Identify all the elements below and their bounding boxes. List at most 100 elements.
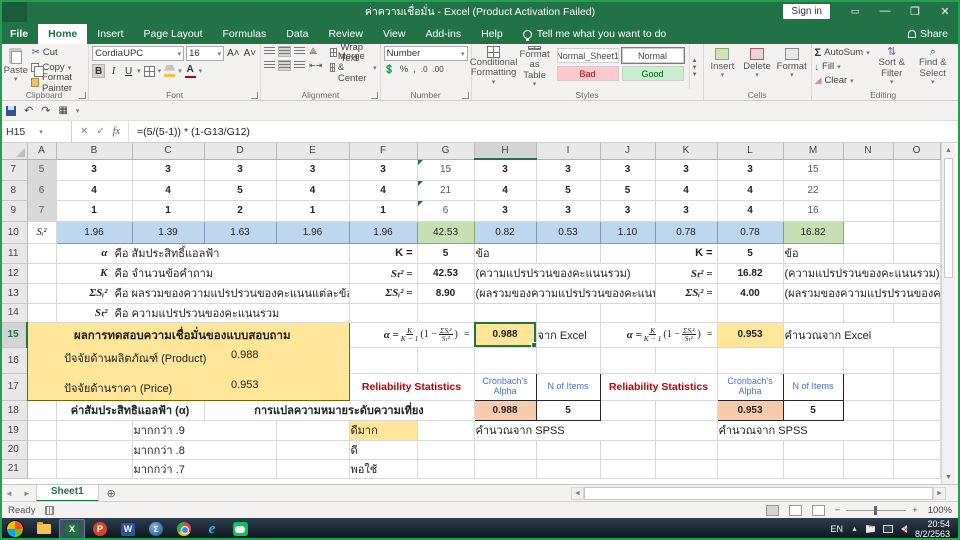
cell-K10[interactable]: 0.78: [654, 220, 718, 244]
cell-M18[interactable]: 5: [782, 399, 844, 421]
save-icon[interactable]: [6, 105, 16, 116]
cell-G20[interactable]: [417, 440, 475, 460]
network-display-icon[interactable]: [882, 525, 893, 533]
merge-center-button[interactable]: Merge & Center ▾: [329, 51, 377, 84]
language-indicator[interactable]: EN: [831, 524, 844, 534]
cell-I21[interactable]: [536, 459, 601, 479]
format-as-table-button[interactable]: Format as Table ▾: [516, 46, 554, 89]
cell-L21[interactable]: [717, 459, 784, 479]
find-select-button[interactable]: ⌕ Find & Select ▾: [914, 46, 952, 89]
bold-button[interactable]: B: [92, 64, 106, 78]
taskbar-clock[interactable]: 20:54 8/2/2563: [915, 519, 954, 540]
col-I[interactable]: I: [536, 143, 601, 160]
style-normal-sheet1[interactable]: Normal_Sheet1: [556, 48, 619, 63]
qat-customize-icon[interactable]: ▾: [76, 107, 80, 115]
paste-button[interactable]: Paste ▾: [3, 46, 28, 89]
tab-data[interactable]: Data: [276, 24, 318, 44]
cell-N8[interactable]: [843, 180, 894, 201]
gallery-down-icon[interactable]: ▼: [692, 65, 698, 71]
cell-M14[interactable]: [783, 303, 844, 323]
align-bottom-icon[interactable]: [294, 47, 306, 56]
formula-input[interactable]: =(5/(5-1)) * (1-G13/G12): [129, 121, 250, 142]
cell-J11[interactable]: [600, 243, 656, 264]
cell-F21[interactable]: พอใช้: [349, 459, 418, 479]
cell-J16[interactable]: [600, 347, 656, 374]
cell-J14[interactable]: [600, 303, 656, 323]
zoom-slider-handle[interactable]: [874, 505, 878, 515]
align-middle-icon[interactable]: [278, 46, 292, 57]
cell-J15-formula[interactable]: α = KK − 1 (1 − ΣSᵢ² Sₜ² ) =: [600, 322, 718, 348]
cell-F7[interactable]: 3: [349, 159, 418, 181]
cell-G14[interactable]: [417, 303, 475, 323]
cell-H12-note[interactable]: (ความแปรปรวนของคะแนนรวม): [474, 263, 656, 284]
cell-H8[interactable]: 4: [474, 180, 537, 201]
shrink-font-button[interactable]: A˅: [243, 47, 258, 61]
font-family-combo[interactable]: CordiaUPC ▾: [92, 46, 185, 61]
cell-F9[interactable]: 1: [349, 200, 418, 222]
cell-E9[interactable]: 1: [276, 200, 350, 222]
cell-L15[interactable]: 0.953: [717, 322, 784, 348]
cell-J8[interactable]: 5: [600, 180, 656, 201]
cell-O11[interactable]: [893, 243, 941, 264]
cell-A7[interactable]: 5: [27, 159, 57, 181]
cell-N7[interactable]: [843, 159, 894, 181]
cell-B10[interactable]: 1.96: [55, 220, 133, 244]
gallery-more-icon[interactable]: ▼: [692, 72, 698, 78]
number-dialog-launcher-icon[interactable]: [461, 92, 469, 99]
tell-me-box[interactable]: Tell me what you want to do: [513, 24, 677, 44]
cell-A13[interactable]: [27, 283, 57, 304]
delete-cells-button[interactable]: Delete ▾: [741, 46, 773, 89]
vertical-scrollbar[interactable]: ▲ ▼: [941, 143, 955, 484]
format-cells-button[interactable]: Format ▾: [776, 46, 808, 89]
restore-button[interactable]: ❐: [900, 0, 930, 22]
fill-color-button[interactable]: [163, 64, 176, 78]
col-J[interactable]: J: [600, 143, 656, 160]
zoom-level[interactable]: 100%: [928, 505, 952, 516]
style-normal[interactable]: Normal: [620, 47, 685, 64]
cell-K21[interactable]: [655, 459, 718, 479]
taskbar-powerpoint[interactable]: P: [87, 519, 113, 539]
rowhead-18[interactable]: 18: [0, 400, 28, 421]
taskbar-excel[interactable]: X: [59, 519, 85, 539]
cell-G7[interactable]: 15: [417, 159, 475, 181]
orientation-icon[interactable]: ⟁: [309, 46, 317, 57]
cell-E21[interactable]: [276, 459, 350, 479]
cell-O14[interactable]: [893, 303, 941, 323]
col-D[interactable]: D: [204, 143, 277, 160]
cell-H14[interactable]: [474, 303, 537, 323]
cell-N10[interactable]: [843, 221, 894, 244]
cell-B9[interactable]: 1: [56, 200, 133, 222]
cell-M10[interactable]: 16.82: [782, 220, 844, 244]
share-button[interactable]: Share: [896, 24, 960, 44]
tab-formulas[interactable]: Formulas: [213, 24, 277, 44]
scroll-up-icon[interactable]: ▲: [942, 143, 955, 157]
cell-B21[interactable]: [56, 459, 133, 479]
cell-B12-def[interactable]: K คือ จำนวนข้อคำถาม: [56, 263, 350, 284]
rowhead-16[interactable]: 16: [0, 347, 28, 374]
scroll-left-icon[interactable]: ◄: [571, 486, 584, 500]
font-dialog-launcher-icon[interactable]: [251, 92, 259, 99]
taskbar-word[interactable]: W: [115, 519, 141, 539]
cell-I7[interactable]: 3: [536, 159, 601, 181]
cell-I17[interactable]: N of Items: [535, 372, 601, 401]
cell-L14[interactable]: [717, 303, 784, 323]
cell-B8[interactable]: 4: [56, 180, 133, 201]
cell-N14[interactable]: [843, 303, 894, 323]
cell-O20[interactable]: [893, 440, 941, 460]
cell-I11[interactable]: [536, 243, 601, 264]
cell-L12[interactable]: 16.82: [717, 263, 784, 284]
scroll-down-icon[interactable]: ▼: [942, 470, 955, 484]
cell-H19[interactable]: คำนวณจาก SPSS: [474, 420, 656, 441]
table-quick-icon[interactable]: ▦: [58, 105, 67, 116]
clipboard-dialog-launcher-icon[interactable]: [79, 92, 87, 99]
cut-button[interactable]: ✂ Cut: [31, 46, 85, 59]
cell-H20[interactable]: [474, 440, 537, 460]
cell-N11[interactable]: [843, 243, 894, 264]
italic-button[interactable]: I: [107, 64, 120, 78]
style-bad[interactable]: Bad: [556, 66, 619, 81]
cell-F11[interactable]: K =: [349, 243, 418, 264]
col-C[interactable]: C: [132, 143, 205, 160]
col-A[interactable]: A: [27, 143, 57, 160]
start-button[interactable]: [6, 520, 24, 538]
decrease-decimal-button[interactable]: .00: [433, 65, 444, 74]
